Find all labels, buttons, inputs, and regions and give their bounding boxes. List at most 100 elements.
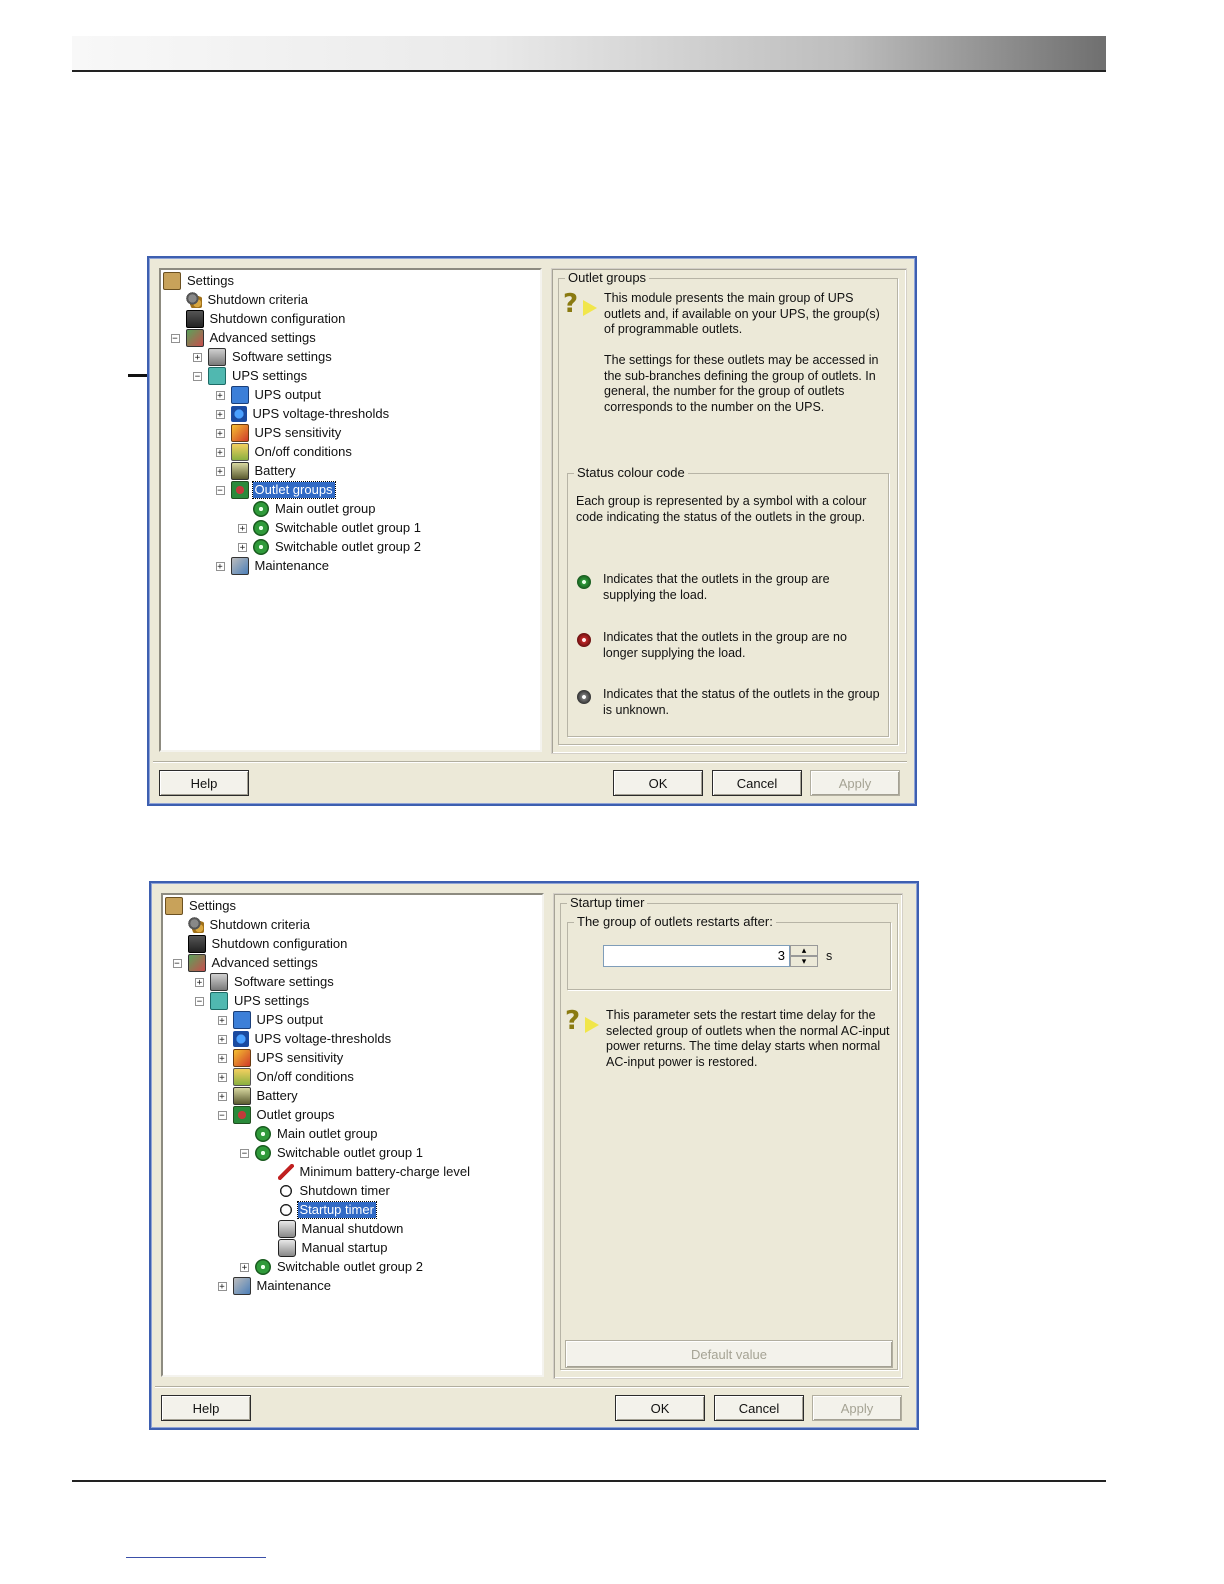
collapse-icon[interactable]: − [215, 486, 225, 496]
spin-down-button[interactable]: ▾ [790, 956, 818, 967]
settings-tree: Settings Shutdown criteria Shutdown config… [159, 268, 542, 752]
status-intro: Each group is represented by a symbol wi… [576, 494, 867, 524]
expand-icon[interactable]: + [240, 1263, 249, 1273]
tree-item-label: Software settings [234, 974, 334, 989]
tree-item[interactable]: Maintenance [232, 1277, 333, 1295]
tree-item[interactable]: Outlet groups [232, 1106, 337, 1124]
expand-icon[interactable]: + [215, 429, 225, 439]
tree-item[interactable]: Shutdown criteria [187, 916, 312, 934]
expand-icon[interactable]: + [217, 1282, 227, 1292]
expand-icon[interactable]: + [215, 391, 225, 401]
tree-item[interactable]: Main outlet group [255, 1125, 379, 1143]
expand-icon[interactable]: + [215, 448, 225, 458]
shutdown-config-icon [187, 935, 206, 953]
ok-button[interactable]: OK [615, 1395, 705, 1421]
computer-icon [210, 973, 228, 991]
tree-item[interactable]: Switchable outlet group 2 [255, 1258, 425, 1276]
expand-icon[interactable]: + [193, 353, 202, 363]
tree-item[interactable]: UPS sensitivity [230, 424, 344, 442]
ok-button[interactable]: OK [613, 770, 703, 796]
footer-link-underline [126, 1557, 266, 1558]
expand-icon[interactable]: + [217, 1054, 227, 1064]
expand-icon[interactable]: + [217, 1016, 227, 1026]
tree-item[interactable]: UPS settings [210, 992, 311, 1010]
tree-item[interactable]: Manual startup [277, 1239, 390, 1257]
tree-item[interactable]: Switchable outlet group 2 [253, 538, 423, 556]
spin-up-button[interactable]: ▴ [790, 945, 818, 956]
tree-item[interactable]: Startup timer [277, 1201, 377, 1219]
collapse-icon[interactable]: − [217, 1111, 227, 1121]
maintenance-icon [232, 1277, 251, 1295]
page-header-bar [72, 36, 1106, 72]
expand-icon[interactable]: + [215, 562, 225, 572]
tree-item[interactable]: Switchable outlet group 1 [255, 1144, 425, 1162]
tree-item-label: Shutdown criteria [209, 917, 310, 932]
tree-item[interactable]: Shutdown criteria [185, 291, 310, 309]
expand-icon[interactable]: + [195, 978, 204, 988]
tree-item[interactable]: Advanced settings [185, 329, 318, 347]
tree-item-label: Software settings [232, 349, 332, 364]
tree-item-label: Battery [256, 1088, 298, 1103]
expand-icon[interactable]: + [217, 1092, 227, 1102]
tree-item[interactable]: Advanced settings [187, 954, 320, 972]
collapse-icon[interactable]: − [170, 334, 180, 344]
default-value-button[interactable]: Default value [565, 1340, 893, 1368]
tree-item[interactable]: Software settings [210, 973, 336, 991]
collapse-icon[interactable]: − [195, 997, 204, 1007]
tree-item[interactable]: Battery [232, 1087, 300, 1105]
tree-item-label: Minimum battery-charge level [299, 1164, 471, 1179]
startup-timer-title: Startup timer [567, 895, 648, 910]
tree-item[interactable]: On/off conditions [230, 443, 354, 461]
tree-item-label: UPS settings [234, 993, 310, 1008]
expand-icon[interactable]: + [215, 467, 225, 477]
tree-item[interactable]: On/off conditions [232, 1068, 356, 1086]
expand-icon[interactable]: + [217, 1035, 227, 1045]
tree-item-label: Maintenance [256, 1278, 331, 1293]
expand-icon[interactable]: + [238, 543, 247, 553]
apply-button[interactable]: Apply [812, 1395, 902, 1421]
collapse-icon[interactable]: − [172, 959, 182, 969]
apply-button[interactable]: Apply [810, 770, 900, 796]
tree-item[interactable]: Software settings [208, 348, 334, 366]
help-button[interactable]: Help [159, 770, 249, 796]
outlet-groups-description-2: The settings for these outlets may be ac… [604, 353, 879, 414]
tree-item[interactable]: Shutdown timer [277, 1182, 392, 1200]
expand-icon[interactable]: + [238, 524, 247, 534]
tree-item[interactable]: UPS output [230, 386, 324, 404]
settings-dialog-outlet-groups: Settings Shutdown criteria Shutdown config… [147, 256, 917, 806]
tree-item[interactable]: Outlet groups [230, 481, 336, 499]
tree-item-label: Main outlet group [277, 1126, 378, 1141]
expand-icon[interactable]: + [217, 1073, 227, 1083]
tree-item[interactable]: UPS voltage-thresholds [230, 405, 392, 423]
tree-item[interactable]: Switchable outlet group 1 [253, 519, 423, 537]
collapse-icon[interactable]: − [240, 1149, 249, 1159]
tree-item[interactable]: Shutdown configuration [187, 935, 350, 953]
onoff-icon [230, 443, 249, 461]
restart-delay-input[interactable]: 3 [603, 945, 790, 967]
help-button[interactable]: Help [161, 1395, 251, 1421]
tree-item[interactable]: Shutdown configuration [185, 310, 348, 328]
tree-item[interactable]: UPS sensitivity [232, 1049, 346, 1067]
tree-item-label: UPS sensitivity [256, 1050, 344, 1065]
tree-item-label: Manual shutdown [301, 1221, 404, 1236]
tree-item[interactable]: Settings [165, 897, 238, 915]
collapse-icon[interactable]: − [193, 372, 202, 382]
tree-item[interactable]: UPS output [232, 1011, 326, 1029]
maintenance-icon [230, 557, 249, 575]
details-pane: Outlet groups ? This module presents the… [551, 268, 907, 754]
tree-item[interactable]: Maintenance [230, 557, 331, 575]
tree-item[interactable]: Manual shutdown [277, 1220, 406, 1238]
expand-icon[interactable]: + [215, 410, 225, 420]
voltage-icon [230, 406, 247, 422]
cancel-button[interactable]: Cancel [714, 1395, 804, 1421]
tree-item[interactable]: UPS settings [208, 367, 309, 385]
tree-item[interactable]: Main outlet group [253, 500, 377, 518]
cancel-button[interactable]: Cancel [712, 770, 802, 796]
green-outlet-icon [253, 520, 269, 536]
tree-item[interactable]: Battery [230, 462, 298, 480]
tree-item[interactable]: UPS voltage-thresholds [232, 1030, 394, 1048]
tree-item[interactable]: Minimum battery-charge level [277, 1163, 473, 1181]
hand-icon [277, 1239, 296, 1257]
tree-item-label: Switchable outlet group 2 [277, 1259, 423, 1274]
tree-item[interactable]: Settings [163, 272, 236, 290]
